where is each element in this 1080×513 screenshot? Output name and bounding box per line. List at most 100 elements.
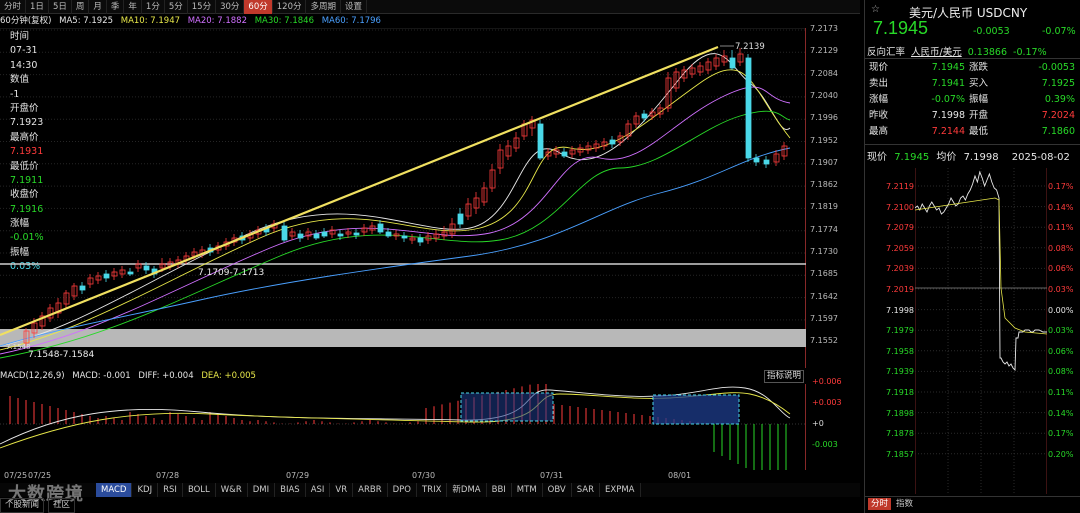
candle-body bbox=[577, 147, 584, 153]
quote-l1: 涨幅 bbox=[869, 94, 889, 105]
current-price: 7.1945 bbox=[873, 18, 929, 38]
quote-l2: 买入 bbox=[969, 78, 989, 89]
tab-index[interactable]: 指数 bbox=[893, 498, 916, 510]
price-change-pct: -0.07% bbox=[1042, 26, 1076, 37]
tab-news[interactable]: 个股新闻 bbox=[0, 498, 45, 513]
quote-row: 卖出 7.1941 买入 7.1925 bbox=[865, 76, 1080, 92]
period-tab[interactable]: 15分 bbox=[188, 0, 217, 14]
macd-tick: +0.003 bbox=[812, 398, 842, 407]
quote-table: 现价 7.1945 涨跌 -0.0053 卖出 7.1941 买入 7.1925 涨幅 -0.07… bbox=[865, 60, 1080, 140]
period-tab[interactable]: 120分 bbox=[273, 0, 307, 14]
indicator-tab[interactable]: DMI bbox=[248, 483, 276, 497]
indicator-tab[interactable]: MTM bbox=[512, 483, 543, 497]
intraday-price-tick: 7.2059 bbox=[886, 243, 914, 253]
kline-chart[interactable]: 7.2139 7.1709-7.1713 7.1548-7.1584 7.154… bbox=[0, 28, 806, 368]
indicator-tab[interactable]: MACD bbox=[96, 483, 133, 497]
period-toolbar: 分时 1日 5日周月季年 1分 5分 15分 30分 60分 120分 多周期 设置 bbox=[0, 0, 860, 14]
macd-legend: MACD(12,26,9) MACD: -0.001 DIFF: +0.004 … bbox=[0, 369, 800, 383]
indicator-tab[interactable]: KDJ bbox=[132, 483, 159, 497]
period-tab[interactable]: 多周期 bbox=[306, 0, 341, 14]
period-tab[interactable]: 季 bbox=[107, 0, 125, 14]
quote-v2: 7.2024 bbox=[1041, 110, 1075, 121]
candle-body bbox=[513, 137, 520, 149]
period-tab[interactable]: 月 bbox=[89, 0, 107, 14]
candle-body bbox=[641, 113, 648, 119]
candle-body bbox=[71, 285, 78, 297]
candle-body bbox=[753, 157, 760, 163]
reverse-pair-link[interactable]: 人民币/美元 bbox=[911, 47, 962, 58]
indicator-tab[interactable]: ASI bbox=[306, 483, 331, 497]
tab-intraday[interactable]: 分时 bbox=[868, 498, 892, 510]
indicator-tab[interactable]: BOLL bbox=[183, 483, 216, 497]
reverse-rate: 反向汇率 人民币/美元 0.13866 -0.17% bbox=[867, 44, 1079, 58]
period-tab[interactable]: 1分 bbox=[142, 0, 165, 14]
candle-body bbox=[337, 233, 344, 237]
quote-v1: 7.1941 bbox=[931, 78, 965, 89]
date-tick: 07/29 bbox=[286, 471, 310, 480]
date-tick: 07/28 bbox=[156, 471, 180, 480]
zone-upper-label: 7.1709-7.1713 bbox=[198, 268, 264, 278]
macd-value: MACD: -0.001 bbox=[72, 371, 131, 381]
intraday-pct-tick: 0.06% bbox=[1048, 346, 1074, 356]
date-tick: 07/25 bbox=[4, 471, 28, 480]
indicator-tab[interactable]: DPO bbox=[388, 483, 417, 497]
quote-l2: 开盘 bbox=[969, 110, 989, 121]
candle-body bbox=[457, 213, 464, 225]
candle-body bbox=[401, 235, 408, 239]
candle-body bbox=[289, 231, 296, 237]
date-tick: 07/30 bbox=[412, 471, 436, 480]
ma5-value: MA5: 7.1925 bbox=[59, 16, 114, 26]
period-tab[interactable]: 30分 bbox=[216, 0, 245, 14]
ma-legend: 60分钟(复权) MA5: 7.1925 MA10: 7.1947 MA20: … bbox=[0, 14, 720, 28]
quote-l2: 最低 bbox=[969, 126, 989, 137]
intraday-price-tick: 7.2100 bbox=[886, 202, 914, 212]
candle-body bbox=[103, 273, 110, 279]
indicator-tab[interactable]: SAR bbox=[572, 483, 601, 497]
candle-body bbox=[143, 265, 150, 271]
reverse-rate-label: 反向汇率 bbox=[867, 47, 906, 58]
intraday-pct-tick: 0.11% bbox=[1048, 388, 1074, 397]
zone-lower-label: 7.1548-7.1584 bbox=[28, 350, 95, 360]
quote-l2: 振幅 bbox=[969, 94, 989, 105]
candle-body bbox=[713, 57, 720, 67]
period-tab[interactable]: 5分 bbox=[165, 0, 188, 14]
quote-v2: 0.39% bbox=[1044, 94, 1075, 105]
intraday-pct-tick: 0.08% bbox=[1048, 367, 1074, 377]
period-tab[interactable]: 5日 bbox=[49, 0, 72, 14]
period-tab[interactable]: 1日 bbox=[26, 0, 49, 14]
trend-line bbox=[0, 45, 719, 337]
period-tab[interactable]: 年 bbox=[124, 0, 142, 14]
indicator-tab[interactable]: RSI bbox=[158, 483, 183, 497]
indicator-tab[interactable]: BIAS bbox=[275, 483, 306, 497]
star-icon[interactable]: ☆ bbox=[871, 4, 880, 15]
period-tab[interactable]: 60分 bbox=[244, 0, 273, 14]
candle-body bbox=[63, 292, 70, 305]
intraday-price-tick: 7.1857 bbox=[886, 449, 914, 459]
quote-v2: 7.1925 bbox=[1041, 78, 1075, 89]
tab-community[interactable]: 社区 bbox=[48, 498, 76, 513]
indicator-tab[interactable]: EXPMA bbox=[600, 483, 641, 497]
indicator-tab[interactable]: OBV bbox=[543, 483, 572, 497]
macd-chart[interactable] bbox=[0, 384, 806, 470]
indicator-tab[interactable]: ARBR bbox=[353, 483, 388, 497]
indicator-tab[interactable]: BBI bbox=[487, 483, 512, 497]
indicator-tab[interactable]: VR bbox=[330, 483, 354, 497]
indicator-tab[interactable]: 新DMA bbox=[447, 483, 487, 497]
intraday-pct-tick: 0.17% bbox=[1048, 182, 1074, 191]
ma60-value: MA60: 7.1796 bbox=[321, 16, 381, 26]
candle-body bbox=[119, 269, 126, 275]
intraday-pct-tick: 0.14% bbox=[1048, 408, 1074, 418]
macd-tick: +0 bbox=[812, 419, 824, 428]
indicator-help-button[interactable]: 指标说明 bbox=[764, 370, 805, 383]
period-tab[interactable]: 周 bbox=[72, 0, 90, 14]
indicator-tab[interactable]: W&R bbox=[216, 483, 248, 497]
period-tab[interactable]: 分时 bbox=[0, 0, 27, 14]
diff-value: DIFF: +0.004 bbox=[138, 371, 194, 381]
period-tab[interactable]: 设置 bbox=[341, 0, 368, 14]
price-tick: 7.2173 bbox=[810, 24, 838, 33]
indicator-tab[interactable]: TRIX bbox=[417, 483, 448, 497]
intraday-pct-tick: 0.17% bbox=[1048, 429, 1074, 439]
intraday-price-tick: 7.1878 bbox=[886, 429, 914, 439]
intraday-chart[interactable] bbox=[915, 168, 1047, 494]
quote-row: 昨收 7.1998 开盘 7.2024 bbox=[865, 108, 1080, 124]
